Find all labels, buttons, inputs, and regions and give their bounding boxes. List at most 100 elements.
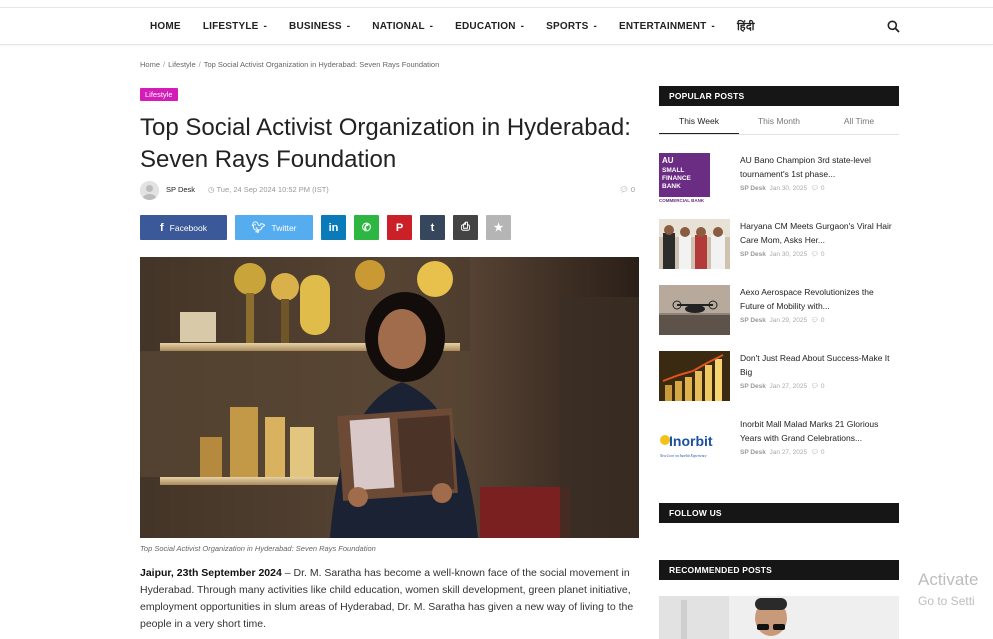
post-meta: SP Desk Jan 29, 2025 💬︎ 0 (740, 316, 824, 324)
breadcrumb-home[interactable]: Home (140, 60, 160, 69)
comment-icon: 💬︎ (810, 251, 820, 258)
post-title[interactable]: Haryana CM Meets Gurgaon's Viral Hair Ca… (740, 219, 900, 247)
post-thumbnail[interactable]: AU SMALL FINANCE BANK COMMERCIAL BANK (659, 153, 730, 203)
tumblr-icon: t (430, 221, 435, 234)
breadcrumb-separator: / (163, 60, 166, 69)
nav-item-education[interactable]: EDUCATION - (455, 21, 524, 32)
success-growth-image (659, 351, 730, 401)
post-comments: 0 (820, 185, 825, 192)
post-comments: 0 (820, 449, 825, 456)
tab-this-month[interactable]: This Month (739, 111, 819, 134)
breadcrumb-separator: / (198, 60, 201, 69)
article-meta: SP Desk ◷ Tue, 24 Sep 2024 10:52 PM (IST… (140, 181, 635, 200)
svg-text:SMALL: SMALL (662, 167, 684, 174)
popular-post-item[interactable]: Inorbit New Love on Inorbit Experience I… (659, 417, 899, 469)
post-title[interactable]: Aexo Aerospace Revolutionizes the Future… (740, 285, 900, 313)
favorite-button[interactable]: ★ (486, 215, 511, 240)
popular-post-item[interactable]: Aexo Aerospace Revolutionizes the Future… (659, 285, 899, 337)
post-author[interactable]: SP Desk (740, 449, 766, 456)
comment-icon: 💬︎ (810, 185, 820, 192)
post-thumbnail[interactable]: Inorbit New Love on Inorbit Experience (659, 417, 730, 467)
article-title: Top Social Activist Organization in Hyde… (140, 114, 631, 173)
article-featured-image (140, 257, 639, 538)
post-comments: 0 (820, 383, 825, 390)
comment-icon: 💬︎ (810, 383, 820, 390)
pinterest-share-button[interactable]: P (387, 215, 412, 240)
main-navigation: HOME LIFESTYLE - BUSINESS - NATIONAL - E… (0, 8, 993, 45)
post-author[interactable]: SP Desk (740, 317, 766, 324)
post-title[interactable]: Inorbit Mall Malad Marks 21 Glorious Yea… (740, 417, 900, 445)
nav-item-home[interactable]: HOME (150, 21, 181, 32)
recommended-photo (659, 596, 899, 639)
nav-item-label: SPORTS (546, 21, 589, 32)
nav-item-label: HOME (150, 21, 181, 32)
tumblr-share-button[interactable]: t (420, 215, 445, 240)
nav-item-label: ENTERTAINMENT (619, 21, 707, 32)
post-meta: SP Desk Jan 27, 2025 💬︎ 0 (740, 382, 824, 390)
facebook-share-button[interactable]: f Facebook (140, 215, 227, 240)
recommended-post-thumbnail[interactable] (659, 596, 899, 639)
post-thumbnail[interactable] (659, 285, 730, 335)
breadcrumb-category[interactable]: Lifestyle (168, 60, 196, 69)
print-button[interactable]: ⎙ (453, 215, 478, 240)
nav-item-label: NATIONAL (372, 21, 425, 32)
popular-post-item[interactable]: Haryana CM Meets Gurgaon's Viral Hair Ca… (659, 219, 899, 271)
dropdown-caret-icon: - (263, 21, 268, 32)
post-thumbnail[interactable] (659, 219, 730, 269)
nav-item-lifestyle[interactable]: LIFESTYLE - (203, 21, 267, 32)
post-date: Jan 29, 2025 (769, 317, 808, 324)
post-date: Jan 27, 2025 (769, 383, 808, 390)
avatar[interactable] (140, 181, 159, 200)
aerospace-drone-photo (659, 285, 730, 335)
post-title[interactable]: Don't Just Read About Success-Make It Bi… (740, 351, 900, 379)
post-author[interactable]: SP Desk (740, 251, 766, 258)
follow-us-header: FOLLOW US (659, 503, 899, 523)
nav-item-business[interactable]: BUSINESS - (289, 21, 350, 32)
comment-icon: 💬︎ (810, 317, 820, 324)
nav-item-entertainment[interactable]: ENTERTAINMENT - (619, 21, 715, 32)
popular-post-item[interactable]: AU SMALL FINANCE BANK COMMERCIAL BANK AU… (659, 153, 899, 205)
post-author[interactable]: SP Desk (740, 185, 766, 192)
publish-date: ◷ Tue, 24 Sep 2024 10:52 PM (IST) (208, 185, 329, 194)
print-icon: ⎙ (461, 221, 470, 233)
category-badge[interactable]: Lifestyle (140, 88, 178, 101)
post-title[interactable]: AU Bano Champion 3rd state-level tournam… (740, 153, 900, 181)
popular-posts-tabs: This Week This Month All Time (659, 111, 899, 135)
share-buttons: f Facebook 🐦︎ Twitter in ✆ P t ⎙ ★ (140, 215, 519, 240)
top-strip (0, 0, 993, 8)
facebook-icon: f (159, 221, 164, 234)
breadcrumb: Home / Lifestyle / Top Social Activist Organ… (140, 60, 439, 69)
search-icon[interactable] (887, 20, 900, 33)
nav-item-sports[interactable]: SPORTS - (546, 21, 597, 32)
post-thumbnail[interactable] (659, 351, 730, 401)
author-name[interactable]: SP Desk (166, 185, 195, 194)
post-date: Jan 30, 2025 (769, 185, 808, 192)
twitter-share-button[interactable]: 🐦︎ Twitter (235, 215, 313, 240)
nav-item-national[interactable]: NATIONAL - (372, 21, 433, 32)
comment-count[interactable]: 💬︎ 0 (619, 185, 635, 194)
star-icon: ★ (493, 222, 504, 234)
article-lead-bold: Jaipur, 23th September 2024 (140, 567, 282, 579)
nav-item-label: EDUCATION (455, 21, 516, 32)
svg-text:AU: AU (662, 156, 674, 165)
linkedin-share-button[interactable]: in (321, 215, 346, 240)
twitter-icon: 🐦︎ (251, 222, 266, 234)
dropdown-caret-icon: - (429, 21, 434, 32)
svg-text:Inorbit: Inorbit (669, 433, 713, 449)
svg-text:COMMERCIAL BANK: COMMERCIAL BANK (659, 198, 705, 203)
nav-item-label: BUSINESS (289, 21, 342, 32)
haryana-cm-photo (659, 219, 730, 269)
windows-activation-subtext: Go to Setti (918, 594, 975, 608)
tab-this-week[interactable]: This Week (659, 111, 739, 134)
comment-icon: 💬︎ (619, 185, 629, 194)
post-author[interactable]: SP Desk (740, 383, 766, 390)
popular-post-item[interactable]: Don't Just Read About Success-Make It Bi… (659, 351, 899, 403)
nav-item-hindi[interactable]: हिंदी (737, 19, 755, 34)
featured-photo (140, 257, 639, 538)
dropdown-caret-icon: - (711, 21, 715, 32)
whatsapp-share-button[interactable]: ✆ (354, 215, 379, 240)
tab-all-time[interactable]: All Time (819, 111, 899, 134)
post-meta: SP Desk Jan 30, 2025 💬︎ 0 (740, 184, 824, 192)
nav-list: HOME LIFESTYLE - BUSINESS - NATIONAL - E… (150, 8, 777, 45)
dropdown-caret-icon: - (593, 21, 598, 32)
